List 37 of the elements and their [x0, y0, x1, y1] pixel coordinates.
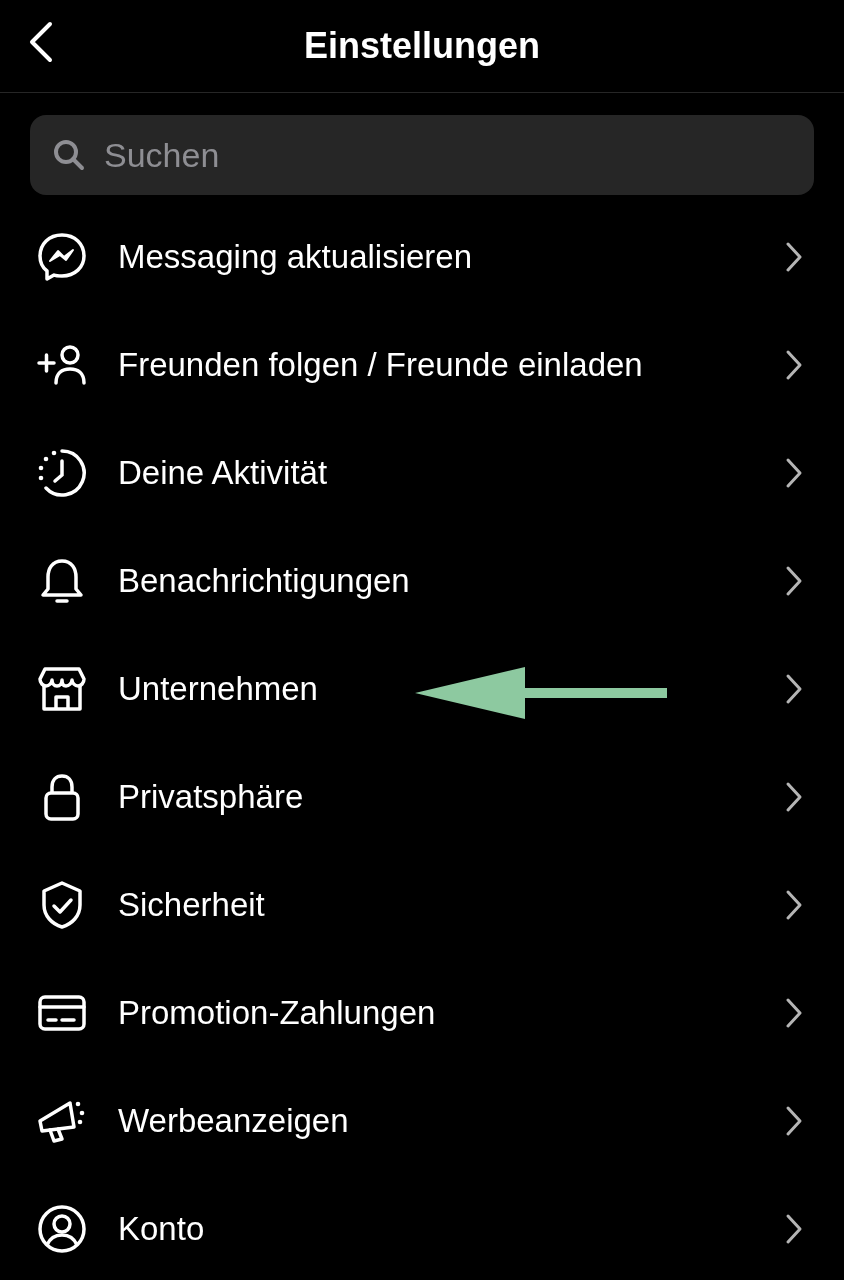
settings-item[interactable]: Unternehmen [0, 635, 844, 743]
chevron-icon [784, 673, 804, 705]
settings-item[interactable]: Konto [0, 1175, 844, 1280]
search-bar[interactable]: Suchen [30, 115, 814, 195]
settings-item[interactable]: Privatsphäre [0, 743, 844, 851]
chevron-icon [784, 565, 804, 597]
chevron-icon [784, 889, 804, 921]
chevron-icon [784, 457, 804, 489]
chevron-icon [784, 781, 804, 813]
account-icon [36, 1203, 88, 1255]
item-label: Deine Aktivität [118, 454, 329, 492]
chevron-icon [784, 997, 804, 1029]
item-label: Sicherheit [118, 886, 266, 924]
item-label: Konto [118, 1210, 206, 1248]
screen-title: Einstellungen [304, 25, 540, 67]
chevron-icon [784, 1213, 804, 1245]
settings-item[interactable]: Sicherheit [0, 851, 844, 959]
search-field[interactable]: Suchen [102, 134, 792, 176]
chevron-icon [784, 241, 804, 273]
item-label: Unternehmen [118, 670, 319, 708]
chevron-icon [784, 349, 804, 381]
clock-icon [36, 447, 88, 499]
item-label: Freunden folgen / Freunde einladen [118, 346, 644, 384]
item-label: Messaging aktualisieren [118, 238, 474, 276]
settings-item[interactable]: Deine Aktivität [0, 419, 844, 527]
settings-item[interactable]: Werbeanzeigen [0, 1067, 844, 1175]
item-label: Werbeanzeigen [118, 1102, 350, 1140]
settings-item[interactable]: Messaging aktualisieren [0, 203, 844, 311]
settings-item[interactable]: Promotion-Zahlungen [0, 959, 844, 1067]
search-icon [52, 138, 86, 172]
settings-item[interactable]: Freunden folgen / Freunde einladen [0, 311, 844, 419]
messenger-icon [36, 231, 88, 283]
item-label: Benachrichtigungen [118, 562, 411, 600]
item-label: Promotion-Zahlungen [118, 994, 437, 1032]
chevron-icon [784, 1105, 804, 1137]
item-label: Privatsphäre [118, 778, 305, 816]
settings-item[interactable]: Benachrichtigungen [0, 527, 844, 635]
